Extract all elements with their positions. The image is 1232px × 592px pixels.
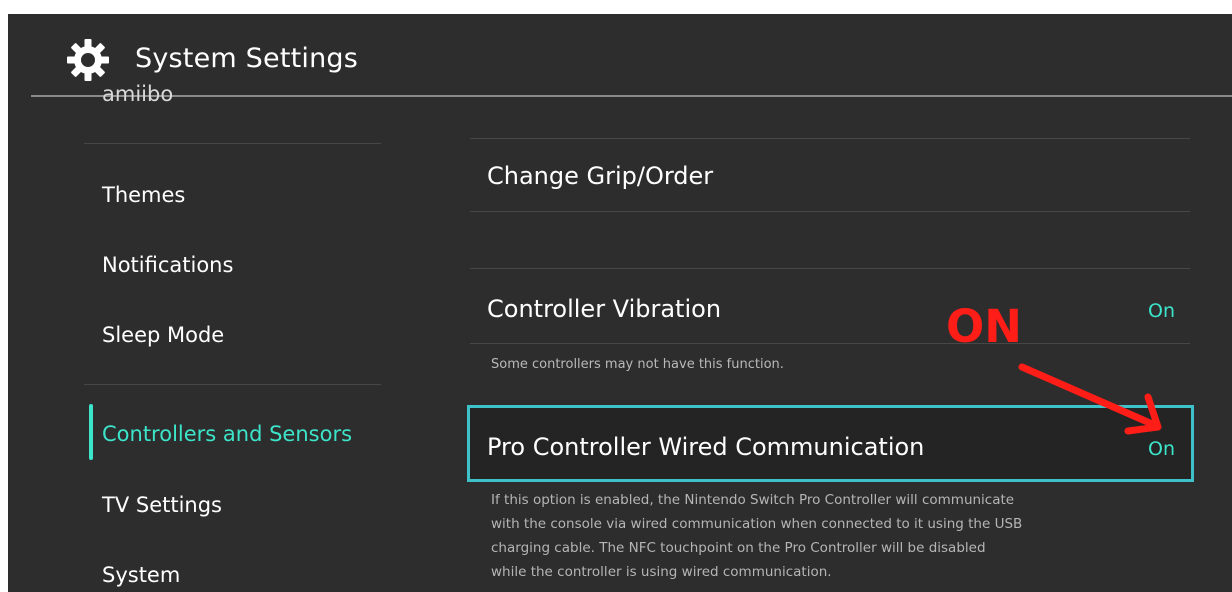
sidebar-item-amiibo[interactable]: amiibo xyxy=(102,84,173,102)
sidebar-divider xyxy=(84,143,381,144)
pro-controller-wired-communication-label: Pro Controller Wired Communication xyxy=(487,433,925,461)
controller-vibration-value: On xyxy=(1148,300,1175,322)
row-divider xyxy=(470,268,1190,269)
sidebar-divider xyxy=(84,384,381,385)
header-divider xyxy=(31,95,1232,97)
pro-controller-wired-communication-description: If this option is enabled, the Nintendo … xyxy=(491,488,1181,584)
sidebar-item-controllers-and-sensors[interactable]: Controllers and Sensors xyxy=(102,419,352,449)
description-line: while the controller is using wired comm… xyxy=(491,564,832,580)
description-line: with the console via wired communication… xyxy=(491,516,1023,532)
settings-screen: System Settings amiibo Themes Notificati… xyxy=(8,14,1232,592)
gear-icon xyxy=(67,39,109,81)
sidebar-item-system[interactable]: System xyxy=(102,560,180,590)
sidebar-item-sleep-mode[interactable]: Sleep Mode xyxy=(102,320,224,350)
header: System Settings xyxy=(8,14,1232,98)
active-indicator xyxy=(89,404,93,460)
annotation-arrow-icon xyxy=(1018,363,1162,435)
sidebar-item-tv-settings[interactable]: TV Settings xyxy=(102,490,222,520)
row-divider xyxy=(470,211,1190,212)
page-title: System Settings xyxy=(135,43,359,74)
controller-vibration-setting[interactable]: Controller Vibration xyxy=(487,294,721,324)
description-line: charging cable. The NFC touchpoint on th… xyxy=(491,540,986,556)
sidebar-item-notifications[interactable]: Notifications xyxy=(102,250,233,280)
change-grip-order-button[interactable]: Change Grip/Order xyxy=(487,161,713,191)
sidebar-item-themes[interactable]: Themes xyxy=(102,180,185,210)
pro-controller-wired-communication-value: On xyxy=(1148,438,1175,460)
row-divider xyxy=(470,343,1190,344)
row-divider xyxy=(470,138,1190,139)
controller-vibration-description: Some controllers may not have this funct… xyxy=(491,357,784,372)
sidebar-item-label: amiibo xyxy=(102,84,174,102)
description-line: If this option is enabled, the Nintendo … xyxy=(491,492,1015,508)
annotation-label: ON xyxy=(946,300,1022,353)
